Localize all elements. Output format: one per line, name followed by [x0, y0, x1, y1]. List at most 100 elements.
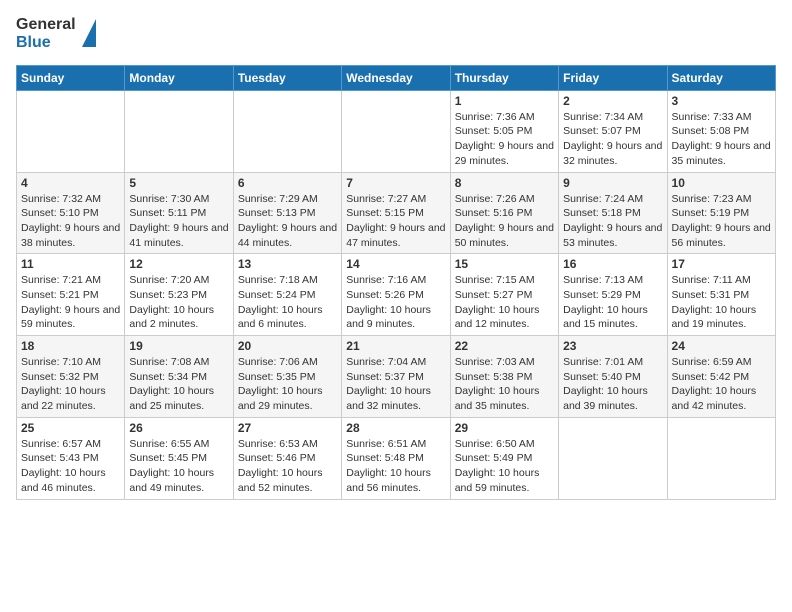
day-number: 1 — [455, 94, 554, 108]
day-number: 25 — [21, 421, 120, 435]
day-info: Sunrise: 6:50 AM Sunset: 5:49 PM Dayligh… — [455, 437, 554, 496]
calendar-cell: 17Sunrise: 7:11 AM Sunset: 5:31 PM Dayli… — [667, 254, 775, 336]
calendar-cell — [233, 90, 341, 172]
day-number: 24 — [672, 339, 771, 353]
page-header: General Blue — [16, 16, 776, 53]
day-info: Sunrise: 7:04 AM Sunset: 5:37 PM Dayligh… — [346, 355, 445, 414]
day-info: Sunrise: 7:30 AM Sunset: 5:11 PM Dayligh… — [129, 192, 228, 251]
calendar-cell: 15Sunrise: 7:15 AM Sunset: 5:27 PM Dayli… — [450, 254, 558, 336]
day-number: 2 — [563, 94, 662, 108]
calendar-cell: 26Sunrise: 6:55 AM Sunset: 5:45 PM Dayli… — [125, 417, 233, 499]
day-info: Sunrise: 7:24 AM Sunset: 5:18 PM Dayligh… — [563, 192, 662, 251]
day-number: 3 — [672, 94, 771, 108]
day-info: Sunrise: 7:08 AM Sunset: 5:34 PM Dayligh… — [129, 355, 228, 414]
calendar-cell: 1 Sunrise: 7:36 AM Sunset: 5:05 PM Daylig… — [450, 90, 558, 172]
day-info: Sunrise: 7:29 AM Sunset: 5:13 PM Dayligh… — [238, 192, 337, 251]
day-number: 8 — [455, 176, 554, 190]
weekday-header-sunday: Sunday — [17, 65, 125, 90]
day-info: Sunrise: 7:18 AM Sunset: 5:24 PM Dayligh… — [238, 273, 337, 332]
day-info: Sunrise: 7:23 AM Sunset: 5:19 PM Dayligh… — [672, 192, 771, 251]
day-number: 16 — [563, 257, 662, 271]
calendar-cell: 12 Sunrise: 7:20 AM Sunset: 5:23 PM Dayli… — [125, 254, 233, 336]
calendar-cell: 3 Sunrise: 7:33 AM Sunset: 5:08 PM Daylig… — [667, 90, 775, 172]
day-number: 11 — [21, 257, 120, 271]
calendar-cell: 22Sunrise: 7:03 AM Sunset: 5:38 PM Dayli… — [450, 336, 558, 418]
calendar-cell — [342, 90, 450, 172]
calendar-cell — [125, 90, 233, 172]
weekday-header-monday: Monday — [125, 65, 233, 90]
day-info: Sunrise: 7:27 AM Sunset: 5:15 PM Dayligh… — [346, 192, 445, 251]
calendar-cell: 11 Sunrise: 7:21 AM Sunset: 5:21 PM Dayli… — [17, 254, 125, 336]
day-info: Sunrise: 7:10 AM Sunset: 5:32 PM Dayligh… — [21, 355, 120, 414]
weekday-header-row: SundayMondayTuesdayWednesdayThursdayFrid… — [17, 65, 776, 90]
calendar-cell: 6 Sunrise: 7:29 AM Sunset: 5:13 PM Daylig… — [233, 172, 341, 254]
week-row-4: 18 Sunrise: 7:10 AM Sunset: 5:32 PM Dayli… — [17, 336, 776, 418]
week-row-3: 11 Sunrise: 7:21 AM Sunset: 5:21 PM Dayli… — [17, 254, 776, 336]
calendar-table: SundayMondayTuesdayWednesdayThursdayFrid… — [16, 65, 776, 500]
calendar-cell: 19 Sunrise: 7:08 AM Sunset: 5:34 PM Dayli… — [125, 336, 233, 418]
week-row-1: 1 Sunrise: 7:36 AM Sunset: 5:05 PM Daylig… — [17, 90, 776, 172]
day-number: 29 — [455, 421, 554, 435]
day-number: 28 — [346, 421, 445, 435]
weekday-header-tuesday: Tuesday — [233, 65, 341, 90]
weekday-header-wednesday: Wednesday — [342, 65, 450, 90]
day-info: Sunrise: 6:59 AM Sunset: 5:42 PM Dayligh… — [672, 355, 771, 414]
day-number: 6 — [238, 176, 337, 190]
day-number: 18 — [21, 339, 120, 353]
day-number: 23 — [563, 339, 662, 353]
day-info: Sunrise: 7:21 AM Sunset: 5:21 PM Dayligh… — [21, 273, 120, 332]
day-info: Sunrise: 6:57 AM Sunset: 5:43 PM Dayligh… — [21, 437, 120, 496]
day-number: 19 — [129, 339, 228, 353]
calendar-cell: 27 Sunrise: 6:53 AM Sunset: 5:46 PM Dayli… — [233, 417, 341, 499]
calendar-cell: 10Sunrise: 7:23 AM Sunset: 5:19 PM Dayli… — [667, 172, 775, 254]
calendar-cell: 21 Sunrise: 7:04 AM Sunset: 5:37 PM Dayli… — [342, 336, 450, 418]
logo: General Blue — [16, 16, 96, 53]
day-info: Sunrise: 7:01 AM Sunset: 5:40 PM Dayligh… — [563, 355, 662, 414]
day-number: 5 — [129, 176, 228, 190]
day-info: Sunrise: 6:51 AM Sunset: 5:48 PM Dayligh… — [346, 437, 445, 496]
calendar-cell: 5 Sunrise: 7:30 AM Sunset: 5:11 PM Daylig… — [125, 172, 233, 254]
day-info: Sunrise: 6:55 AM Sunset: 5:45 PM Dayligh… — [129, 437, 228, 496]
logo-wrapper: General Blue — [16, 16, 96, 53]
day-number: 12 — [129, 257, 228, 271]
day-number: 14 — [346, 257, 445, 271]
day-number: 20 — [238, 339, 337, 353]
calendar-cell: 2 Sunrise: 7:34 AM Sunset: 5:07 PM Daylig… — [559, 90, 667, 172]
day-number: 13 — [238, 257, 337, 271]
day-number: 7 — [346, 176, 445, 190]
calendar-cell: 7 Sunrise: 7:27 AM Sunset: 5:15 PM Daylig… — [342, 172, 450, 254]
day-info: Sunrise: 7:20 AM Sunset: 5:23 PM Dayligh… — [129, 273, 228, 332]
calendar-cell: 29 Sunrise: 6:50 AM Sunset: 5:49 PM Dayli… — [450, 417, 558, 499]
calendar-cell: 16Sunrise: 7:13 AM Sunset: 5:29 PM Dayli… — [559, 254, 667, 336]
calendar-cell — [559, 417, 667, 499]
logo-general-text: General — [16, 16, 76, 34]
day-info: Sunrise: 6:53 AM Sunset: 5:46 PM Dayligh… — [238, 437, 337, 496]
day-number: 17 — [672, 257, 771, 271]
calendar-cell — [667, 417, 775, 499]
day-info: Sunrise: 7:34 AM Sunset: 5:07 PM Dayligh… — [563, 110, 662, 169]
logo-blue-text: Blue — [16, 34, 51, 52]
calendar-cell: 4 Sunrise: 7:32 AM Sunset: 5:10 PM Daylig… — [17, 172, 125, 254]
day-info: Sunrise: 7:36 AM Sunset: 5:05 PM Dayligh… — [455, 110, 554, 169]
week-row-2: 4 Sunrise: 7:32 AM Sunset: 5:10 PM Daylig… — [17, 172, 776, 254]
day-number: 4 — [21, 176, 120, 190]
calendar-cell: 8 Sunrise: 7:26 AM Sunset: 5:16 PM Daylig… — [450, 172, 558, 254]
day-number: 15 — [455, 257, 554, 271]
day-info: Sunrise: 7:33 AM Sunset: 5:08 PM Dayligh… — [672, 110, 771, 169]
calendar-cell: 14 Sunrise: 7:16 AM Sunset: 5:26 PM Dayli… — [342, 254, 450, 336]
day-info: Sunrise: 7:26 AM Sunset: 5:16 PM Dayligh… — [455, 192, 554, 251]
calendar-cell: 28 Sunrise: 6:51 AM Sunset: 5:48 PM Dayli… — [342, 417, 450, 499]
calendar-cell: 9 Sunrise: 7:24 AM Sunset: 5:18 PM Daylig… — [559, 172, 667, 254]
day-number: 9 — [563, 176, 662, 190]
day-info: Sunrise: 7:32 AM Sunset: 5:10 PM Dayligh… — [21, 192, 120, 251]
day-info: Sunrise: 7:06 AM Sunset: 5:35 PM Dayligh… — [238, 355, 337, 414]
day-number: 21 — [346, 339, 445, 353]
day-number: 27 — [238, 421, 337, 435]
day-info: Sunrise: 7:16 AM Sunset: 5:26 PM Dayligh… — [346, 273, 445, 332]
calendar-cell: 13 Sunrise: 7:18 AM Sunset: 5:24 PM Dayli… — [233, 254, 341, 336]
calendar-cell: 25 Sunrise: 6:57 AM Sunset: 5:43 PM Dayli… — [17, 417, 125, 499]
calendar-cell: 18 Sunrise: 7:10 AM Sunset: 5:32 PM Dayli… — [17, 336, 125, 418]
week-row-5: 25 Sunrise: 6:57 AM Sunset: 5:43 PM Dayli… — [17, 417, 776, 499]
day-info: Sunrise: 7:03 AM Sunset: 5:38 PM Dayligh… — [455, 355, 554, 414]
calendar-cell — [17, 90, 125, 172]
